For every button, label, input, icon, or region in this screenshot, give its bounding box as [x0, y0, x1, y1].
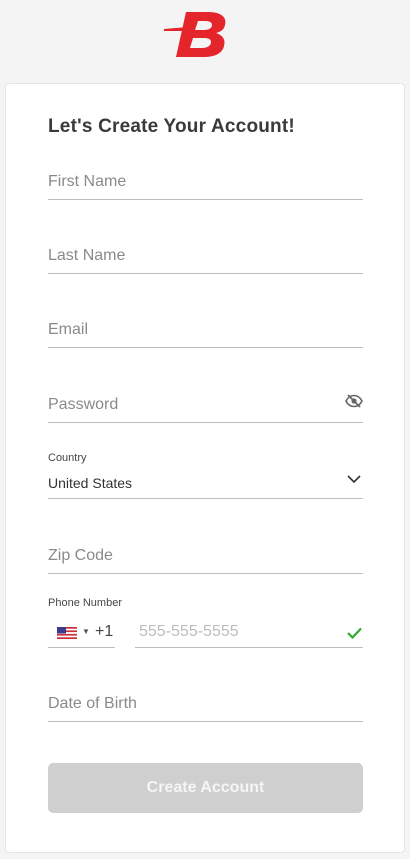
dial-code: +1 [95, 623, 114, 640]
phone-label: Phone Number [48, 597, 122, 609]
zip-code-field[interactable]: Zip Code [48, 541, 363, 574]
country-code-selector[interactable]: ▼ +1 [48, 618, 115, 648]
caret-down-icon: ▼ [82, 627, 90, 636]
us-flag-icon [57, 626, 77, 644]
zip-code-placeholder: Zip Code [48, 547, 113, 564]
date-of-birth-placeholder: Date of Birth [48, 695, 137, 712]
date-of-birth-field[interactable]: Date of Birth [48, 689, 363, 722]
first-name-field[interactable]: First Name [48, 167, 363, 200]
email-field[interactable]: Email [48, 315, 363, 348]
chevron-down-icon [347, 470, 361, 488]
country-label: Country [48, 452, 87, 464]
password-field[interactable]: Password [48, 390, 363, 423]
brand-logo-icon [164, 12, 226, 57]
checkmark-icon [347, 626, 362, 644]
last-name-field[interactable]: Last Name [48, 241, 363, 274]
phone-number-field[interactable]: 555-555-5555 [135, 618, 363, 648]
page-title: Let's Create Your Account! [48, 116, 295, 137]
last-name-placeholder: Last Name [48, 247, 126, 264]
phone-placeholder: 555-555-5555 [139, 623, 239, 640]
country-value: United States [48, 475, 133, 491]
password-placeholder: Password [48, 396, 119, 413]
country-select[interactable]: United States [48, 467, 363, 499]
email-placeholder: Email [48, 321, 89, 338]
eye-slash-icon[interactable] [345, 394, 363, 413]
create-account-button[interactable]: Create Account [48, 763, 363, 813]
first-name-placeholder: First Name [48, 173, 127, 190]
signup-card: Let's Create Your Account! First Name La… [5, 83, 405, 853]
header [0, 0, 410, 82]
